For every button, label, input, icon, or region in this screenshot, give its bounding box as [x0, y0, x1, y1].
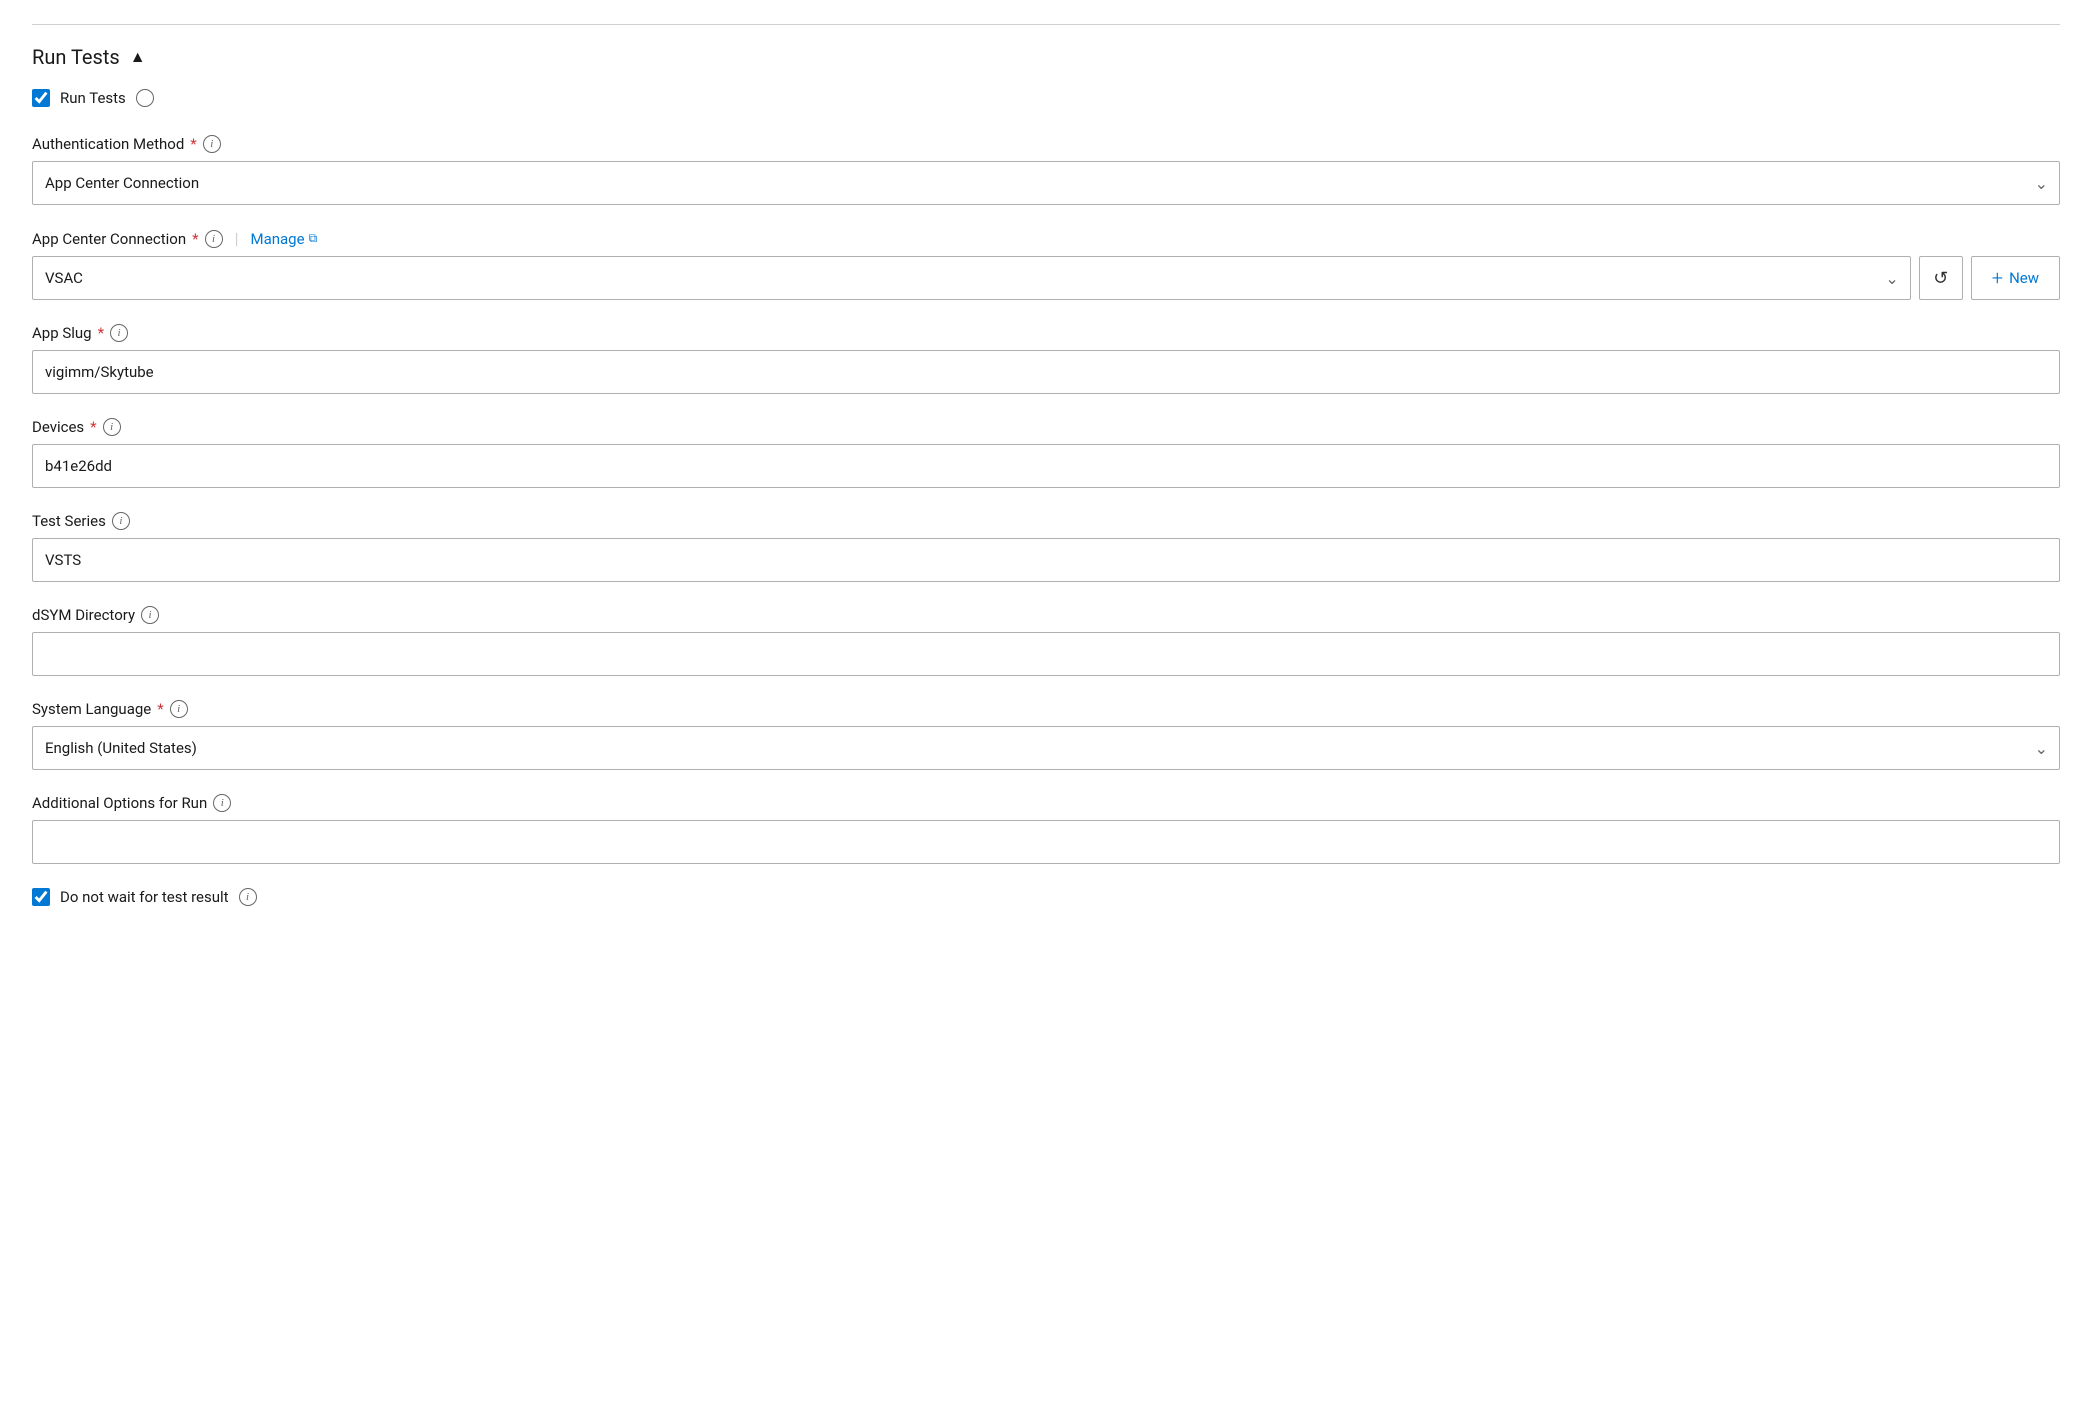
- devices-label: Devices: [32, 418, 84, 436]
- app-slug-info-icon[interactable]: i: [110, 324, 128, 342]
- dsym-directory-info-icon[interactable]: i: [141, 606, 159, 624]
- connection-select-row: VSAC ⌄ ↺ + New: [32, 256, 2060, 300]
- authentication-method-select[interactable]: App Center Connection: [32, 161, 2060, 205]
- app-center-connection-label: App Center Connection: [32, 230, 186, 248]
- authentication-method-label: Authentication Method: [32, 135, 184, 153]
- authentication-method-info-icon[interactable]: i: [203, 135, 221, 153]
- app-center-connection-info-icon[interactable]: i: [205, 230, 223, 248]
- devices-row: Devices * i: [32, 418, 2060, 488]
- manage-link-label: Manage: [250, 230, 304, 248]
- authentication-method-row: Authentication Method * i App Center Con…: [32, 135, 2060, 205]
- authentication-method-select-wrapper: App Center Connection ⌄: [32, 161, 2060, 205]
- app-center-connection-label-row: App Center Connection * i | Manage ⧉: [32, 229, 2060, 248]
- run-tests-row: Run Tests: [32, 89, 2060, 107]
- run-tests-label: Run Tests: [60, 89, 126, 107]
- devices-info-icon[interactable]: i: [103, 418, 121, 436]
- app-center-connection-row: App Center Connection * i | Manage ⧉ VSA…: [32, 229, 2060, 300]
- system-language-select[interactable]: English (United States): [32, 726, 2060, 770]
- additional-options-input[interactable]: [32, 820, 2060, 864]
- external-link-icon: ⧉: [309, 231, 318, 246]
- do-not-wait-info-icon[interactable]: i: [239, 888, 257, 906]
- test-series-label: Test Series: [32, 512, 106, 530]
- system-language-required: *: [157, 700, 163, 718]
- additional-options-row: Additional Options for Run i: [32, 794, 2060, 864]
- app-slug-input[interactable]: [32, 350, 2060, 394]
- new-button[interactable]: + New: [1971, 256, 2060, 300]
- app-slug-label-row: App Slug * i: [32, 324, 2060, 342]
- dsym-directory-label-row: dSYM Directory i: [32, 606, 2060, 624]
- system-language-label: System Language: [32, 700, 151, 718]
- section-title: Run Tests: [32, 45, 120, 69]
- pipe-separator: |: [235, 229, 239, 248]
- additional-options-info-icon[interactable]: i: [213, 794, 231, 812]
- new-button-label: New: [2009, 269, 2039, 287]
- test-series-info-icon[interactable]: i: [112, 512, 130, 530]
- authentication-method-required: *: [190, 135, 196, 153]
- section-header: Run Tests ▲: [32, 24, 2060, 69]
- app-slug-required: *: [98, 324, 104, 342]
- do-not-wait-label: Do not wait for test result: [60, 888, 229, 906]
- additional-options-label: Additional Options for Run: [32, 794, 207, 812]
- dsym-directory-label: dSYM Directory: [32, 606, 135, 624]
- system-language-label-row: System Language * i: [32, 700, 2060, 718]
- dsym-directory-input[interactable]: [32, 632, 2060, 676]
- app-slug-row: App Slug * i: [32, 324, 2060, 394]
- page-container: Run Tests ▲ Run Tests Authentication Met…: [0, 0, 2092, 1412]
- section-chevron-icon[interactable]: ▲: [130, 47, 146, 67]
- authentication-method-label-row: Authentication Method * i: [32, 135, 2060, 153]
- do-not-wait-checkbox[interactable]: [32, 888, 50, 906]
- connection-select-wrapper: VSAC ⌄: [32, 256, 1911, 300]
- devices-label-row: Devices * i: [32, 418, 2060, 436]
- additional-options-label-row: Additional Options for Run i: [32, 794, 2060, 812]
- do-not-wait-row: Do not wait for test result i: [32, 888, 2060, 906]
- app-center-connection-required: *: [192, 230, 198, 248]
- system-language-row: System Language * i English (United Stat…: [32, 700, 2060, 770]
- app-slug-label: App Slug: [32, 324, 92, 342]
- test-series-label-row: Test Series i: [32, 512, 2060, 530]
- devices-input[interactable]: [32, 444, 2060, 488]
- dsym-directory-row: dSYM Directory i: [32, 606, 2060, 676]
- system-language-info-icon[interactable]: i: [170, 700, 188, 718]
- app-center-connection-select[interactable]: VSAC: [32, 256, 1911, 300]
- run-tests-info-icon[interactable]: [136, 89, 154, 107]
- test-series-row: Test Series i: [32, 512, 2060, 582]
- devices-required: *: [90, 418, 96, 436]
- refresh-button[interactable]: ↺: [1919, 256, 1963, 300]
- system-language-select-wrapper: English (United States) ⌄: [32, 726, 2060, 770]
- new-button-plus-icon: +: [1992, 266, 2003, 290]
- manage-link[interactable]: Manage ⧉: [250, 230, 317, 248]
- test-series-input[interactable]: [32, 538, 2060, 582]
- run-tests-checkbox[interactable]: [32, 89, 50, 107]
